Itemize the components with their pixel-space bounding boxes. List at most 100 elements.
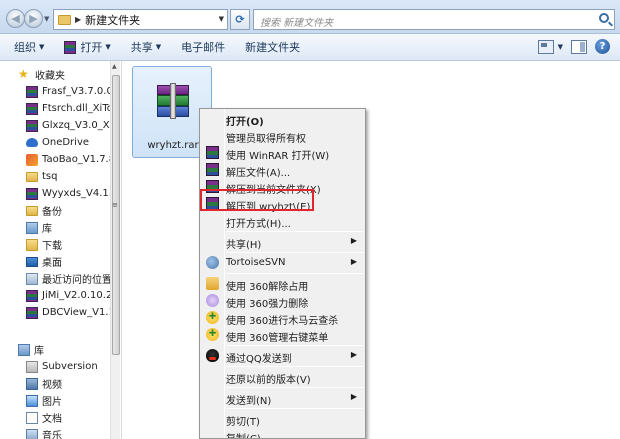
menu-item-label: 发送到(N)	[226, 396, 272, 407]
menu-item-360-manage-menu[interactable]: ✚ 使用 360管理右键菜单	[202, 326, 363, 344]
nav-item-label: Ftsrch.dll_XiTon	[42, 103, 120, 114]
search-input[interactable]: 搜索 新建文件夹	[253, 9, 615, 30]
nav-item-tsq[interactable]: tsq	[26, 168, 120, 185]
menu-separator	[227, 366, 363, 367]
nav-item-dbcview[interactable]: DBCView_V1.1_	[26, 304, 120, 321]
menu-item-360-force-delete[interactable]: 使用 360强力删除	[202, 292, 363, 310]
nav-item-jimi[interactable]: JiMi_V2.0.10.24_	[26, 287, 120, 304]
breadcrumb-separator-icon[interactable]: ▶	[75, 15, 81, 24]
nav-item-ftsrch[interactable]: Ftsrch.dll_XiTon	[26, 100, 120, 117]
nav-item-subversion[interactable]: Subversion	[26, 358, 120, 375]
address-dropdown-icon[interactable]: ▼	[219, 15, 224, 23]
winrar-icon	[64, 40, 77, 54]
star-icon: ★	[18, 67, 29, 81]
refresh-button[interactable]: ⟳	[230, 9, 250, 30]
breadcrumb-segment[interactable]: 新建文件夹	[85, 12, 140, 28]
nav-item-label: Wyyxds_V4.1.1.	[42, 188, 120, 199]
nav-item-taobao[interactable]: TaoBao_V1.7.8.	[26, 151, 120, 168]
menu-separator	[227, 252, 363, 253]
submenu-arrow-icon: ▶	[350, 236, 357, 245]
menu-separator	[227, 387, 363, 388]
winrar-icon	[26, 187, 38, 200]
menu-item-send-via-qq[interactable]: 通过QQ发送到 ▶	[202, 347, 363, 365]
nav-item-label: Frasf_V3.7.0.0_X	[42, 86, 120, 97]
nav-item-wyyxds[interactable]: Wyyxds_V4.1.1.	[26, 185, 120, 202]
nav-item-library[interactable]: 库	[26, 219, 120, 236]
search-placeholder: 搜索 新建文件夹	[260, 18, 334, 29]
address-box[interactable]: ▶ 新建文件夹 ▼	[53, 9, 228, 30]
menu-item-label: 还原以前的版本(V)	[226, 375, 311, 386]
nav-item-desktop[interactable]: 桌面	[26, 253, 120, 270]
qq-icon	[206, 349, 219, 362]
nav-item-frasf[interactable]: Frasf_V3.7.0.0_X	[26, 83, 120, 100]
app-icon	[26, 153, 38, 166]
libraries-header[interactable]: 库	[18, 341, 120, 358]
libraries-label: 库	[34, 346, 44, 357]
scroll-up-icon[interactable]: ▲	[112, 63, 117, 70]
submenu-arrow-icon: ▶	[350, 350, 357, 359]
chevron-down-icon: ▼	[39, 43, 45, 51]
navigation-pane: ★ 收藏夹 Frasf_V3.7.0.0_X Ftsrch.dll_XiTon …	[0, 61, 120, 439]
organize-label: 组织	[14, 41, 36, 54]
nav-item-onedrive[interactable]: OneDrive	[26, 134, 120, 151]
forward-button[interactable]: ▶	[24, 9, 43, 28]
nav-item-documents[interactable]: 文档	[26, 409, 120, 426]
open-button[interactable]: 打开 ▼	[54, 34, 120, 60]
360-menu-icon: ✚	[206, 328, 219, 341]
library-icon	[18, 343, 30, 356]
email-button[interactable]: 电子邮件	[171, 34, 235, 60]
menu-item-label: 通过QQ发送到	[226, 354, 292, 365]
search-icon[interactable]	[599, 13, 609, 23]
menu-item-360-trojan-scan[interactable]: ✚ 使用 360进行木马云查杀	[202, 309, 363, 327]
navigation-scrollbar[interactable]: ▲ ≡	[110, 61, 120, 439]
menu-item-send-to[interactable]: 发送到(N) ▶	[202, 389, 363, 407]
nav-item-glxzq[interactable]: Glxzq_V3.0_XiTo	[26, 117, 120, 134]
organize-button[interactable]: 组织 ▼	[0, 34, 54, 60]
menu-item-360-unlock[interactable]: 使用 360解除占用	[202, 275, 363, 293]
menu-item-copy[interactable]: 复制(C)	[202, 427, 363, 438]
subversion-icon	[26, 360, 38, 373]
onedrive-icon	[26, 138, 38, 147]
favorites-header[interactable]: ★ 收藏夹	[18, 66, 120, 83]
menu-item-share[interactable]: 共享(H) ▶	[202, 233, 363, 251]
library-icon	[26, 221, 38, 234]
forward-arrow-icon: ▶	[29, 12, 38, 25]
360-scan-icon: ✚	[206, 311, 219, 324]
menu-item-tortoisesvn[interactable]: TortoiseSVN ▶	[202, 254, 363, 271]
change-view-icon[interactable]	[537, 39, 554, 54]
menu-item-restore-previous[interactable]: 还原以前的版本(V)	[202, 368, 363, 386]
nav-item-videos[interactable]: 视频	[26, 375, 120, 392]
nav-item-label: 视频	[42, 380, 62, 391]
help-icon[interactable]: ?	[595, 39, 610, 54]
menu-item-open[interactable]: 打开(O)	[202, 110, 363, 128]
menu-item-cut[interactable]: 剪切(T)	[202, 410, 363, 428]
nav-item-label: 音乐	[42, 431, 62, 439]
share-button[interactable]: 共享 ▼	[121, 34, 171, 60]
back-button[interactable]: ◀	[6, 9, 25, 28]
menu-item-label: 解压文件(A)...	[226, 168, 291, 179]
file-list-area[interactable]: wryhzt.rar	[121, 61, 620, 439]
menu-item-extract-files[interactable]: 解压文件(A)...	[202, 161, 363, 179]
nav-item-label: 图片	[42, 397, 62, 408]
recent-pages-dropdown-icon[interactable]: ▼	[44, 15, 49, 23]
nav-item-label: Subversion	[42, 361, 98, 372]
new-folder-button[interactable]: 新建文件夹	[235, 34, 310, 60]
tortoisesvn-icon	[206, 256, 219, 269]
winrar-icon	[26, 102, 38, 115]
menu-item-open-with-winrar[interactable]: 使用 WinRAR 打开(W)	[202, 144, 363, 162]
menu-item-label: 复制(C)	[226, 430, 261, 438]
menu-item-label: TortoiseSVN	[226, 257, 286, 268]
scrollbar-thumb[interactable]	[112, 75, 120, 355]
menu-item-label: 共享(H)	[226, 240, 262, 251]
folder-icon	[26, 171, 38, 182]
nav-item-recent-places[interactable]: 最近访问的位置	[26, 270, 120, 287]
preview-pane-icon[interactable]	[571, 39, 587, 54]
video-library-icon	[26, 377, 38, 390]
nav-item-pictures[interactable]: 图片	[26, 392, 120, 409]
nav-item-backup[interactable]: 备份	[26, 202, 120, 219]
view-dropdown-icon[interactable]: ▼	[558, 43, 563, 51]
menu-item-take-ownership[interactable]: 管理员取得所有权	[202, 127, 363, 145]
nav-item-music[interactable]: 音乐	[26, 426, 120, 439]
nav-item-downloads[interactable]: 下载	[26, 236, 120, 253]
menu-item-open-with[interactable]: 打开方式(H)...	[202, 212, 363, 230]
